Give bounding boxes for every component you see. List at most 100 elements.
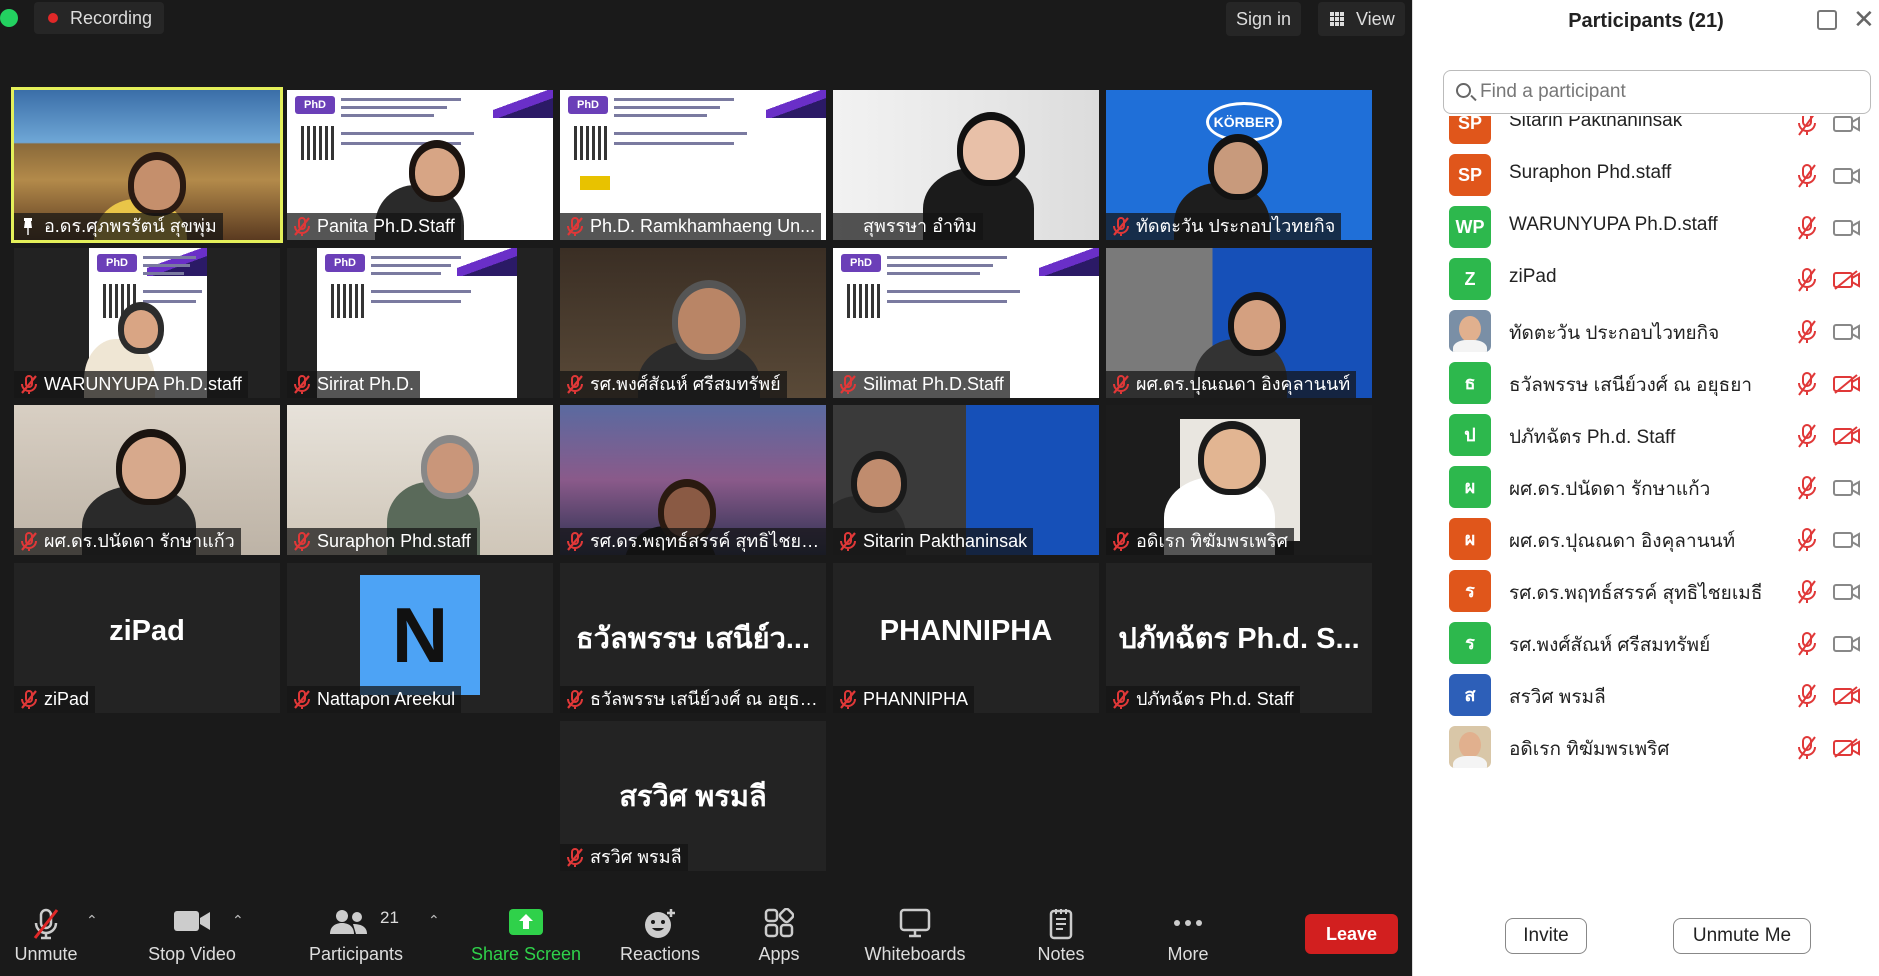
microphone-muted-icon[interactable] xyxy=(1796,528,1818,552)
video-camera-icon[interactable] xyxy=(1833,322,1861,342)
microphone-muted-icon xyxy=(294,690,310,709)
video-tile[interactable]: รศ.ดร.พฤทธ์สรรค์ สุทธิไชยเมธี xyxy=(560,405,826,555)
video-camera-icon[interactable] xyxy=(1833,634,1861,654)
video-camera-icon[interactable] xyxy=(1833,530,1861,550)
video-off-icon[interactable] xyxy=(1833,426,1861,446)
microphone-muted-icon[interactable] xyxy=(1796,216,1818,240)
search-input[interactable] xyxy=(1480,79,1860,105)
avatar: Z xyxy=(1449,258,1491,300)
participant-name: Sitarin Pakthaninsak xyxy=(1509,116,1683,131)
microphone-muted-icon[interactable] xyxy=(1796,116,1818,136)
video-options-caret-icon[interactable]: ⌃ xyxy=(232,912,244,929)
video-off-icon[interactable] xyxy=(1833,686,1861,706)
stop-video-button[interactable]: Stop Video xyxy=(130,892,254,976)
microphone-muted-icon[interactable] xyxy=(1796,736,1818,760)
microphone-muted-icon[interactable] xyxy=(1796,372,1818,396)
participant-name: Sirirat Ph.D. xyxy=(317,374,415,394)
share-screen-button[interactable]: Share Screen xyxy=(468,892,584,976)
microphone-muted-icon xyxy=(21,532,37,551)
microphone-muted-icon[interactable] xyxy=(1796,580,1818,604)
unmute-me-button[interactable]: Unmute Me xyxy=(1673,918,1811,954)
video-tile[interactable]: PHANNIPHA PHANNIPHA xyxy=(833,563,1099,713)
participant-name: อดิเรก ทิฆัมพรเพริศ xyxy=(1509,739,1670,760)
microphone-muted-icon[interactable] xyxy=(1796,424,1818,448)
video-tile[interactable]: ziPad ziPad xyxy=(14,563,280,713)
microphone-muted-icon xyxy=(1113,217,1129,236)
tile-name-bar: รศ.ดร.พฤทธ์สรรค์ สุทธิไชยเมธี xyxy=(560,528,826,555)
sign-in-button[interactable]: Sign in xyxy=(1226,2,1302,36)
video-tile[interactable]: KÖRBER ทัดตะวัน ประกอบไวทยกิจ xyxy=(1106,90,1372,240)
tile-name-bar: Sitarin Pakthaninsak xyxy=(833,528,1034,555)
microphone-muted-icon[interactable] xyxy=(1796,684,1818,708)
microphone-muted-icon[interactable] xyxy=(1796,164,1818,188)
invite-button[interactable]: Invite xyxy=(1505,918,1587,954)
video-tile[interactable]: N Nattapon Areekul xyxy=(287,563,553,713)
microphone-muted-icon[interactable] xyxy=(1796,268,1818,292)
tile-name-bar: Silimat Ph.D.Staff xyxy=(833,371,1010,398)
video-camera-icon[interactable] xyxy=(1833,166,1861,186)
video-tile[interactable]: รศ.พงศ์สัณห์ ศรีสมทรัพย์ xyxy=(560,248,826,398)
video-camera-icon[interactable] xyxy=(1833,582,1861,602)
video-tile[interactable]: อ.ดร.ศุภพรรัตน์ สุขพุ่ม xyxy=(11,87,283,243)
microphone-muted-icon[interactable] xyxy=(1796,632,1818,656)
view-button[interactable]: View xyxy=(1318,2,1405,36)
participants-count: 21 xyxy=(380,908,399,927)
video-off-icon[interactable] xyxy=(1833,374,1861,394)
leave-button[interactable]: Leave xyxy=(1305,914,1398,954)
video-camera-icon xyxy=(174,911,210,931)
video-tile[interactable]: ธวัลพรรษ เสนีย์ว... ธวัลพรรษ เสนีย์วงศ์ ณ… xyxy=(560,563,826,713)
participants-button[interactable]: 21 Participants xyxy=(298,892,414,976)
participant-name: ธวัลพรรษ เสนีย์วงศ์ ณ อยุธยา xyxy=(590,689,821,709)
video-tile[interactable]: ปภัทฉัตร Ph.d. S... ปภัทฉัตร Ph.d. Staff xyxy=(1106,563,1372,713)
participant-name: อ.ดร.ศุภพรรัตน์ สุขพุ่ม xyxy=(44,216,217,236)
audio-options-caret-icon[interactable]: ⌃ xyxy=(86,912,98,929)
tile-name-bar: ธวัลพรรษ เสนีย์วงศ์ ณ อยุธยา xyxy=(560,686,826,713)
video-camera-icon[interactable] xyxy=(1833,218,1861,238)
video-tile[interactable]: สุพรรษา อำทิม xyxy=(833,90,1099,240)
tile-name-bar: WARUNYUPA Ph.D.staff xyxy=(14,371,248,398)
participants-options-caret-icon[interactable]: ⌃ xyxy=(428,912,440,929)
tile-name-bar: Panita Ph.D.Staff xyxy=(287,213,461,240)
microphone-muted-icon xyxy=(840,690,856,709)
video-tile[interactable]: PhD Panita Ph.D.Staff xyxy=(287,90,553,240)
more-button[interactable]: More xyxy=(1150,892,1226,976)
unmute-label: Unmute xyxy=(14,944,78,964)
video-tile[interactable]: สรวิศ พรมลี สรวิศ พรมลี xyxy=(560,721,826,871)
recording-indicator[interactable]: Recording xyxy=(34,2,165,34)
participant-name: รศ.ดร.พฤทธ์สรรค์ สุทธิไชยเมธี xyxy=(590,531,826,551)
microphone-muted-icon xyxy=(840,532,856,551)
video-tile[interactable]: Suraphon Phd.staff xyxy=(287,405,553,555)
microphone-muted-icon[interactable] xyxy=(1796,320,1818,344)
video-tile[interactable]: PhD Ph.D. Ramkhamhaeng Un... xyxy=(560,90,826,240)
participant-list[interactable]: SP Sitarin Pakthaninsak SP Suraphon Phd.sta… xyxy=(1413,116,1879,896)
close-icon[interactable]: ✕ xyxy=(1853,4,1875,35)
video-off-icon[interactable] xyxy=(1833,738,1861,758)
video-tile[interactable]: PhD Sirirat Ph.D. xyxy=(287,248,553,398)
video-off-icon[interactable] xyxy=(1833,270,1861,290)
popout-icon[interactable] xyxy=(1817,10,1837,30)
participant-name: PHANNIPHA xyxy=(863,689,969,709)
video-camera-icon[interactable] xyxy=(1833,116,1861,134)
video-tile[interactable]: PhD Silimat Ph.D.Staff xyxy=(833,248,1099,398)
reactions-button[interactable]: Reactions xyxy=(612,892,708,976)
microphone-muted-icon xyxy=(567,532,583,551)
notes-button[interactable]: Notes xyxy=(1018,892,1104,976)
participant-name: สรวิศ พรมลี xyxy=(1509,687,1606,708)
display-name: ปภัทฉัตร Ph.d. S... xyxy=(1118,623,1360,655)
tile-name-bar: ziPad xyxy=(14,686,96,713)
microphone-muted-icon[interactable] xyxy=(1796,476,1818,500)
avatar: ร xyxy=(1449,570,1491,612)
video-tile[interactable]: ผศ.ดร.ปนัดดา รักษาแก้ว xyxy=(14,405,280,555)
video-tile[interactable]: PhD WARUNYUPA Ph.D.staff xyxy=(14,248,280,398)
video-tile[interactable]: ผศ.ดร.ปุณณดา อิงคุลานนท์ xyxy=(1106,248,1372,398)
encryption-shield-icon[interactable] xyxy=(0,9,18,27)
video-tile[interactable]: Sitarin Pakthaninsak xyxy=(833,405,1099,555)
unmute-button[interactable]: Unmute xyxy=(0,892,92,976)
participant-name: ziPad xyxy=(1509,266,1557,287)
apps-button[interactable]: Apps xyxy=(736,892,822,976)
participant-name: ผศ.ดร.ปนัดดา รักษาแก้ว xyxy=(44,531,235,551)
video-tile[interactable]: อดิเรก ทิฆัมพรเพริศ xyxy=(1106,405,1372,555)
video-camera-icon[interactable] xyxy=(1833,478,1861,498)
participant-row[interactable]: อดิเรก ทิฆัมพรเพริศ xyxy=(1413,714,1879,776)
whiteboards-button[interactable]: Whiteboards xyxy=(852,892,978,976)
